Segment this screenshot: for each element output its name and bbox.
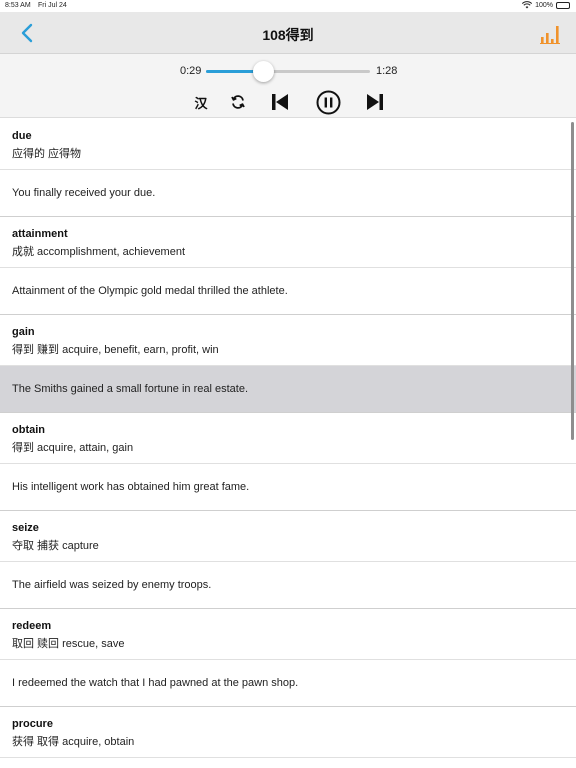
example-row[interactable]: The airfield was seized by enemy troops. — [0, 562, 576, 609]
example-sentence: The airfield was seized by enemy troops. — [12, 579, 212, 591]
battery-icon — [556, 1, 570, 9]
word-meaning: 取回 赎回 rescue, save — [12, 638, 125, 650]
word-row[interactable]: redeem 取回 赎回 rescue, save — [0, 609, 576, 660]
repeat-icon — [231, 95, 245, 109]
word-row[interactable]: obtain 得到 acquire, attain, gain — [0, 413, 576, 464]
headword: redeem — [12, 620, 52, 632]
word-meaning: 得到 acquire, attain, gain — [12, 442, 134, 454]
word-meaning: 夺取 捕获 capture — [12, 540, 99, 552]
word-row[interactable]: procure 获得 取得 acquire, obtain — [0, 707, 576, 758]
example-row[interactable]: You finally received your due. — [0, 170, 576, 217]
headword: gain — [12, 326, 35, 338]
progress-thumb[interactable] — [253, 61, 275, 82]
status-date: Fri Jul 24 — [38, 2, 67, 9]
page-title: 108得到 — [262, 27, 314, 43]
status-right: 100% — [522, 1, 570, 9]
example-sentence: Attainment of the Olympic gold medal thr… — [12, 285, 288, 297]
example-sentence: The Smiths gained a small fortune in rea… — [12, 383, 249, 395]
skip-previous-icon — [272, 94, 288, 110]
headword: procure — [12, 718, 53, 730]
word-meaning: 得到 赚到 acquire, benefit, earn, profit, wi… — [12, 344, 219, 356]
headword: obtain — [12, 424, 45, 436]
word-meaning: 成就 accomplishment, achievement — [12, 246, 186, 258]
stats-chart-icon[interactable] — [540, 24, 560, 44]
pause-button[interactable] — [314, 90, 342, 114]
headword: attainment — [12, 228, 68, 240]
next-button[interactable] — [364, 90, 386, 114]
chinese-toggle-button[interactable]: 汉 — [190, 90, 212, 114]
status-time: 8:53 AM — [5, 2, 31, 9]
word-list[interactable]: due 应得的 应得物 You finally received your due.… — [0, 119, 576, 768]
pause-circle-icon — [316, 90, 340, 114]
wifi-icon — [522, 1, 533, 9]
word-row[interactable]: attainment 成就 accomplishment, achievement — [0, 217, 576, 268]
audio-player: 0:29 1:28 汉 — [0, 54, 576, 118]
skip-next-icon — [367, 94, 383, 110]
example-row[interactable]: His intelligent work has obtained him gr… — [0, 464, 576, 511]
example-sentence: You finally received your due. — [12, 187, 156, 199]
word-row[interactable]: due 应得的 应得物 — [0, 119, 576, 170]
repeat-button[interactable] — [228, 90, 248, 114]
example-row[interactable]: I redeemed the watch that I had pawned a… — [0, 660, 576, 707]
elapsed-time: 0:29 — [180, 65, 202, 77]
scrollbar[interactable] — [571, 122, 574, 440]
word-meaning: 获得 取得 acquire, obtain — [12, 736, 135, 748]
progress-slider[interactable] — [206, 61, 370, 82]
example-sentence: His intelligent work has obtained him gr… — [12, 481, 250, 493]
battery-percent: 100% — [535, 1, 553, 9]
nav-bar: 108得到 — [0, 12, 576, 54]
headword: due — [12, 130, 32, 142]
total-time: 1:28 — [376, 65, 398, 77]
example-sentence: I redeemed the watch that I had pawned a… — [12, 677, 299, 689]
word-row[interactable]: seize 夺取 捕获 capture — [0, 511, 576, 562]
previous-button[interactable] — [269, 90, 291, 114]
headword: seize — [12, 522, 39, 534]
status-bar: 8:53 AM Fri Jul 24 100% — [0, 0, 576, 12]
word-meaning: 应得的 应得物 — [12, 148, 82, 160]
example-row[interactable] — [0, 758, 576, 768]
example-row[interactable]: The Smiths gained a small fortune in rea… — [0, 366, 576, 413]
example-row[interactable]: Attainment of the Olympic gold medal thr… — [0, 268, 576, 315]
word-row[interactable]: gain 得到 赚到 acquire, benefit, earn, profit… — [0, 315, 576, 366]
